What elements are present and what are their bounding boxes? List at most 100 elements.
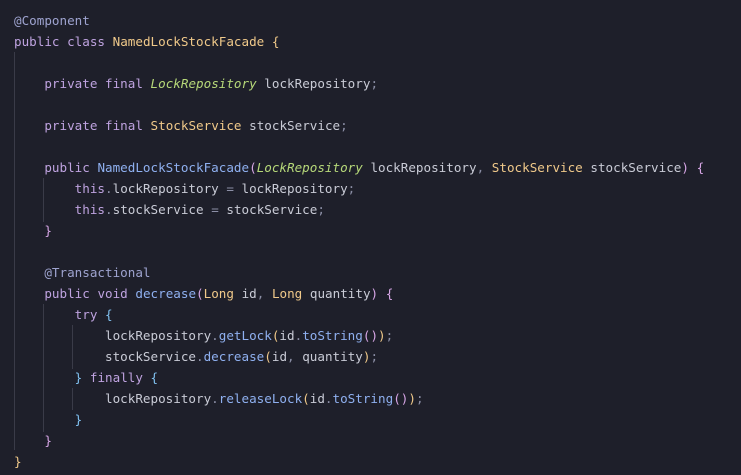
code-line: } finally { [14, 367, 158, 388]
code-line: this.stockService = stockService; [14, 199, 325, 220]
code-token: { [385, 286, 394, 301]
code-token: . [105, 181, 113, 196]
code-token: ; [347, 181, 356, 196]
code-token: ( [264, 349, 272, 364]
code-token: decrease [203, 349, 265, 364]
code-token: this [74, 181, 106, 196]
code-line: this.lockRepository = lockRepository; [14, 178, 356, 199]
code-token: } [44, 433, 52, 448]
code-line: } [14, 220, 52, 241]
code-token: ; [340, 118, 348, 133]
code-token: . [211, 391, 219, 406]
code-token: LockRepository [256, 160, 363, 175]
code-token: ) [370, 286, 379, 301]
code-token: void [97, 286, 128, 301]
code-token: public [14, 34, 60, 49]
code-token: NamedLockStockFacade [112, 34, 265, 49]
code-token: id [279, 328, 295, 343]
code-token: class [67, 34, 106, 49]
code-token: = [203, 202, 227, 217]
code-token: lockRepository [112, 181, 219, 196]
code-token: lockRepository [105, 391, 212, 406]
code-token: id [271, 349, 288, 364]
code-token: lockRepository [241, 181, 348, 196]
code-token: . [105, 202, 113, 217]
code-token: ) [681, 160, 689, 175]
code-token: stockService [112, 202, 204, 217]
code-line: stockService.decrease(id, quantity); [14, 346, 378, 367]
code-token: id [241, 286, 257, 301]
code-line: @Component [14, 10, 90, 31]
code-token: ( [249, 160, 257, 175]
code-token: finally [89, 370, 143, 385]
code-token: this [74, 202, 106, 217]
code-token: public [44, 160, 90, 175]
code-token: { [105, 307, 113, 322]
code-token: public [44, 286, 90, 301]
code-token: ; [415, 391, 424, 406]
code-token: Long [271, 286, 303, 301]
code-token: . [211, 328, 219, 343]
code-line: public class NamedLockStockFacade { [14, 31, 279, 52]
code-token: ) [370, 328, 379, 343]
code-token: StockService [150, 118, 242, 133]
code-line: private final StockService stockService; [14, 115, 348, 136]
code-token: Long [203, 286, 234, 301]
code-token: StockService [491, 160, 583, 175]
code-editor[interactable]: @Component public class NamedLockStockFac… [0, 0, 741, 475]
code-token: stockService [105, 349, 196, 364]
code-line: } [14, 409, 83, 430]
code-token: . [196, 349, 204, 364]
code-token: try [74, 307, 98, 322]
code-token: ; [385, 328, 394, 343]
code-token: lockRepository [105, 328, 212, 343]
code-line: } [14, 451, 22, 472]
code-token: ) [408, 391, 416, 406]
code-token: ( [302, 391, 310, 406]
code-token: stockService [249, 118, 341, 133]
code-token: final [105, 76, 143, 91]
code-line: lockRepository.getLock(id.toString()); [14, 325, 393, 346]
code-token: getLock [218, 328, 272, 343]
code-token: lockRepository [264, 76, 371, 91]
code-token: , [287, 349, 295, 364]
code-token: } [14, 454, 22, 469]
code-line: public void decrease(Long id, Long quant… [14, 283, 393, 304]
code-token: decrease [135, 286, 197, 301]
code-line: } [14, 430, 52, 451]
code-token: ( [393, 391, 401, 406]
code-token: ; [370, 349, 379, 364]
code-token: toString [332, 391, 394, 406]
code-token: { [271, 34, 280, 49]
code-token: } [44, 223, 52, 238]
code-token: quantity [302, 349, 363, 364]
